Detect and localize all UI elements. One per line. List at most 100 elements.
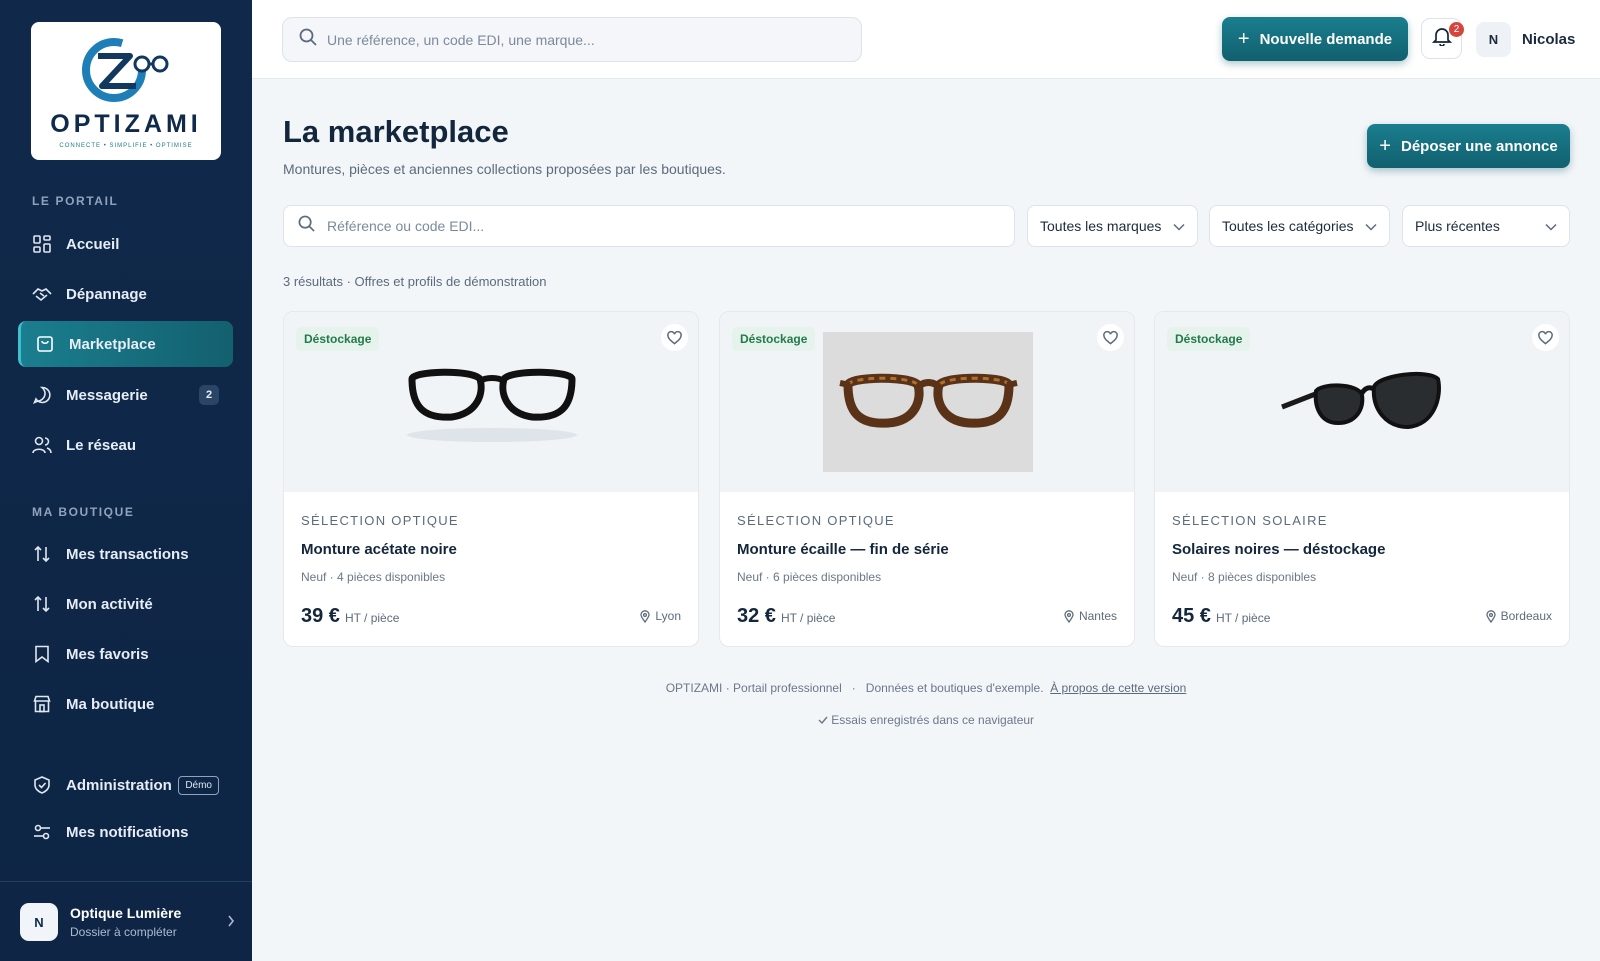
post-listing-button[interactable]: + Déposer une annonce	[1367, 124, 1570, 168]
sidebar-item-reseau[interactable]: Le réseau	[18, 422, 233, 468]
profile-status: Dossier à compléter	[70, 925, 177, 939]
footer-saved: Essais enregistrés dans ce navigateur	[252, 713, 1600, 727]
sidebar-item-label: Accueil	[66, 235, 120, 253]
page-subtitle: Montures, pièces et anciennes collection…	[283, 161, 726, 177]
store-icon	[32, 694, 52, 714]
card-meta: Neuf · 6 pièces disponibles	[737, 570, 882, 584]
category-select-value: Toutes les catégories	[1222, 218, 1354, 234]
sidebar-item-label: Mes notifications	[66, 823, 189, 841]
shop-profile[interactable]: N Optique Lumière Dossier à compléter	[20, 902, 235, 942]
sidebar-item-transactions[interactable]: Mes transactions	[18, 531, 233, 577]
sort-select[interactable]: Plus récentes	[1402, 205, 1570, 247]
sidebar-item-administration[interactable]: Administration Démo	[18, 762, 233, 808]
product-image: Déstockage	[1155, 312, 1569, 492]
sort-select-value: Plus récentes	[1415, 218, 1500, 234]
chevron-down-icon	[1365, 218, 1377, 234]
sidebar-item-label: Le réseau	[66, 436, 137, 454]
search-icon	[298, 215, 315, 237]
global-search-input[interactable]	[327, 31, 827, 48]
card-meta: Neuf · 8 pièces disponibles	[1172, 570, 1317, 584]
card-meta: Neuf · 4 pièces disponibles	[301, 570, 446, 584]
price-value: 45 €	[1172, 605, 1211, 627]
saved-note: Essais enregistrés dans ce navigateur	[831, 713, 1035, 727]
card-category: SÉLECTION SOLAIRE	[1172, 513, 1328, 528]
footer-info: OPTIZAMI · Portail professionnel · Donné…	[252, 681, 1600, 695]
sidebar-item-label: Ma boutique	[66, 695, 155, 713]
product-image: Déstockage	[284, 312, 698, 492]
chevron-right-icon	[227, 914, 235, 930]
search-icon	[299, 28, 317, 51]
footer-separator: ·	[851, 681, 856, 695]
logo-wordmark: OPTIZAMI	[50, 110, 202, 138]
global-search[interactable]	[282, 17, 862, 62]
listing-card[interactable]: Déstockage SÉLECTION OPTIQUE Monture éca…	[719, 311, 1135, 647]
results-count: 3 résultats · Offres et profils de démon…	[283, 274, 547, 289]
section-label-portal: LE PORTAIL	[32, 194, 119, 208]
optizami-logo[interactable]: OPTIZAMI CONNECTE • SIMPLIFIE • OPTIMISE	[31, 22, 221, 160]
about-version-link[interactable]: À propos de cette version	[1050, 681, 1186, 695]
location-label: Lyon	[655, 609, 681, 623]
map-pin-icon	[1064, 609, 1074, 623]
bookmark-icon	[32, 644, 52, 664]
post-listing-label: Déposer une annonce	[1400, 137, 1558, 155]
category-select[interactable]: Toutes les catégories	[1209, 205, 1390, 247]
card-title: Monture écaille — fin de série	[737, 541, 949, 558]
logo-mark-icon	[82, 38, 169, 102]
price-value: 32 €	[737, 605, 776, 627]
sidebar-item-accueil[interactable]: Accueil	[18, 221, 233, 267]
destockage-tag: Déstockage	[732, 327, 816, 351]
card-category: SÉLECTION OPTIQUE	[301, 513, 459, 528]
avatar: N	[20, 903, 58, 941]
heart-icon[interactable]	[661, 324, 688, 351]
sidebar-item-messagerie[interactable]: Messagerie 2	[18, 372, 233, 418]
card-location: Bordeaux	[1485, 609, 1552, 623]
brand-select[interactable]: Toutes les marques	[1027, 205, 1198, 247]
sidebar-item-activite[interactable]: Mon activité	[18, 581, 233, 627]
section-label-shop: MA BOUTIQUE	[32, 505, 135, 519]
sidebar-item-label: Mes transactions	[66, 545, 189, 563]
sidebar-item-boutique[interactable]: Ma boutique	[18, 681, 233, 727]
location-label: Bordeaux	[1500, 609, 1552, 623]
sidebar-item-label: Mes favoris	[66, 645, 149, 663]
topbar: + Nouvelle demande 2 N Nicolas	[252, 0, 1600, 79]
sidebar-item-favoris[interactable]: Mes favoris	[18, 631, 233, 677]
sidebar-item-label: Dépannage	[66, 285, 147, 303]
card-price: 39 € HT / pièce	[301, 605, 399, 628]
product-image: Déstockage	[720, 312, 1134, 492]
new-request-label: Nouvelle demande	[1259, 30, 1393, 48]
card-location: Lyon	[640, 609, 681, 623]
black-acetate-glasses-image	[407, 368, 577, 442]
marketplace-search[interactable]	[283, 205, 1015, 247]
arrows-icon	[32, 544, 52, 564]
sidebar-item-marketplace[interactable]: Marketplace	[18, 321, 233, 367]
card-category: SÉLECTION OPTIQUE	[737, 513, 895, 528]
notifications-button[interactable]: 2	[1421, 18, 1464, 59]
user-avatar[interactable]: N	[1476, 22, 1511, 57]
map-pin-icon	[640, 609, 651, 623]
listing-card[interactable]: Déstockage SÉLECTION SOLAIRE Solaires no…	[1154, 311, 1570, 647]
grid-icon	[32, 234, 52, 254]
price-unit: HT / pièce	[1215, 611, 1271, 625]
sidebar-item-label: Administration	[66, 776, 172, 794]
sidebar-item-label: Mon activité	[66, 595, 153, 613]
card-title: Monture acétate noire	[301, 541, 457, 558]
card-location: Nantes	[1064, 609, 1117, 623]
check-icon	[818, 713, 831, 727]
marketplace-search-input[interactable]	[327, 218, 977, 234]
unread-badge: 2	[199, 385, 219, 405]
demo-badge: Démo	[178, 775, 219, 795]
listing-card[interactable]: Déstockage SÉLECTION OPTIQUE Monture acé…	[283, 311, 699, 647]
heart-icon[interactable]	[1532, 324, 1559, 351]
card-price: 32 € HT / pièce	[737, 605, 835, 628]
sidebar-item-notifications[interactable]: Mes notifications	[18, 809, 233, 855]
sidebar-divider	[0, 881, 252, 882]
user-name[interactable]: Nicolas	[1522, 31, 1575, 48]
destockage-tag: Déstockage	[296, 327, 380, 351]
heart-icon[interactable]	[1097, 324, 1124, 351]
handshake-icon	[32, 284, 52, 304]
sliders-icon	[32, 822, 52, 842]
new-request-button[interactable]: + Nouvelle demande	[1222, 17, 1408, 61]
sidebar-item-depannage[interactable]: Dépannage	[18, 271, 233, 317]
chevron-down-icon	[1173, 218, 1185, 234]
card-price: 45 € HT / pièce	[1172, 605, 1270, 628]
